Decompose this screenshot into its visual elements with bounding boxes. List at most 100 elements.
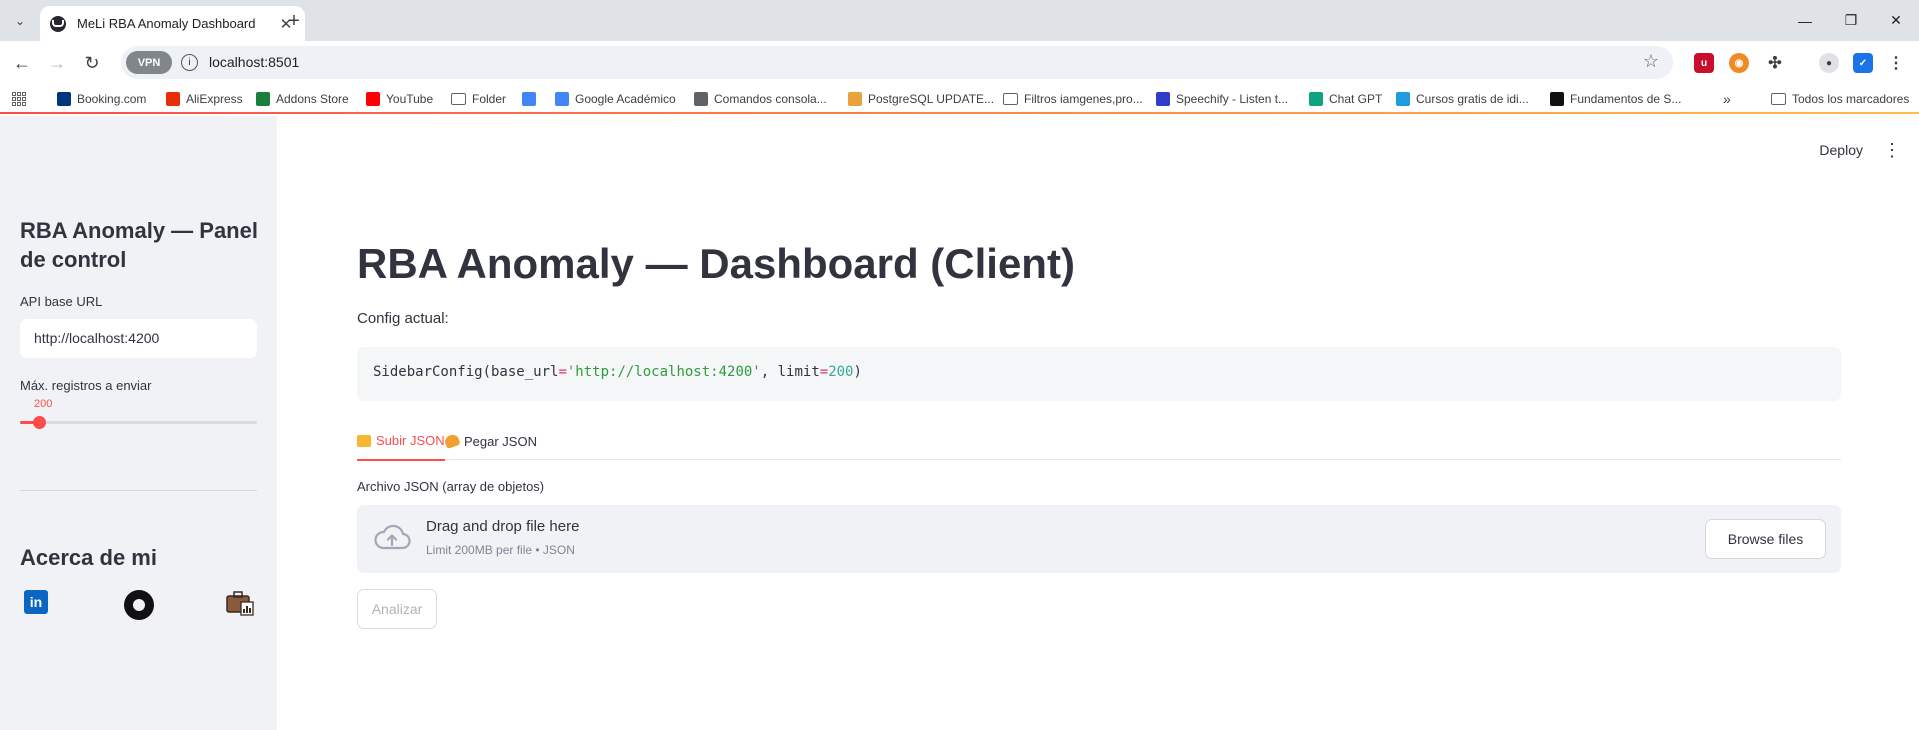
bookmark-item[interactable]: Speechify - Listen t... [1156,90,1288,108]
limit-slider-thumb[interactable] [32,416,46,429]
bookmark-label: PostgreSQL UPDATE... [868,92,995,106]
portfolio-briefcase-icon[interactable] [225,590,255,616]
tab-label: Subir JSON [376,433,445,448]
site-info-icon[interactable]: i [181,54,198,71]
bookmark-star-icon[interactable]: ☆ [1643,51,1659,72]
code-eq: = [558,364,567,380]
close-window-icon[interactable]: ✕ [1873,0,1919,41]
cursos-icon [1396,92,1410,106]
audio-extension-icon[interactable]: ◉ [1729,53,1749,73]
shield-extension-icon[interactable]: ✓ [1853,53,1873,73]
bookmark-label: Speechify - Listen t... [1176,92,1289,106]
bookmark-label: Filtros iamgenes,pro... [1024,92,1143,106]
bookmark-item[interactable]: Booking.com [57,90,146,108]
google-icon [555,92,569,106]
code-prefix: SidebarConfig(base_url [373,364,559,380]
tab-label: Pegar JSON [464,433,537,449]
vpn-badge-icon[interactable]: VPN [126,51,172,74]
doc-icon [694,92,708,106]
code-suffix: ) [853,364,862,380]
cloud-upload-icon [374,524,411,550]
api-url-input[interactable]: http://localhost:4200 [20,319,257,358]
apps-grid-icon[interactable] [12,92,26,106]
bookmark-item[interactable]: Fundamentos de S... [1550,90,1681,108]
tab-subir-json[interactable]: Subir JSON [357,422,445,461]
bookmark-item[interactable]: Folder [451,90,506,108]
bookmark-label: Google Académico [575,92,676,106]
minimize-icon[interactable]: — [1782,0,1828,41]
folder-icon [1771,93,1786,105]
limit-slider[interactable] [20,416,257,429]
deploy-button[interactable]: Deploy [1819,142,1863,158]
bookmark-label: YouTube [386,92,434,106]
browse-files-button[interactable]: Browse files [1705,519,1826,559]
api-url-label: API base URL [20,294,103,309]
bookmark-label: Comandos consola... [714,92,827,106]
bookmark-item[interactable]: Filtros iamgenes,pro... [1003,90,1143,108]
bookmark-item[interactable]: Google Académico [555,90,676,108]
bookmark-item[interactable]: Cursos gratis de idi... [1396,90,1529,108]
app-menu-icon[interactable]: ⋮ [1883,140,1901,161]
bookmark-item[interactable]: Addons Store [256,90,349,108]
bookmark-label: Chat GPT [1329,92,1383,106]
ublock-extension-icon[interactable]: u [1694,53,1714,73]
profile-avatar-icon[interactable]: ● [1819,53,1839,73]
youtube-icon [366,92,380,106]
linkedin-icon[interactable]: in [24,590,48,614]
extensions-puzzle-icon[interactable]: ✣ [1765,53,1785,73]
code-limit-number: 200 [828,364,854,380]
writing-hand-icon [443,432,461,450]
speechify-icon [1156,92,1170,106]
reload-icon[interactable]: ↻ [78,49,106,77]
file-dropzone[interactable]: Drag and drop file here Limit 200MB per … [357,505,1841,573]
page-title: RBA Anomaly — Dashboard (Client) [357,240,1075,287]
bookmarks-bar: Booking.com AliExpress Addons Store YouTube… [0,84,1919,114]
config-label: Config actual: [357,310,449,327]
browser-tab-bar: ⌄ MeLi RBA Anomaly Dashboard ✕ + — ❐ ✕ [0,0,1919,41]
sidebar: RBA Anomaly — Panel de control API base … [0,116,277,730]
bookmark-label: Cursos gratis de idi... [1416,92,1529,106]
bookmark-label: Folder [472,92,507,106]
tab-pegar-json[interactable]: Pegar JSON [443,422,537,460]
limit-slider-label: Máx. registros a enviar [20,378,152,393]
forward-arrow-icon[interactable]: → [43,49,71,77]
input-tabs: Subir JSON Pegar JSON [357,422,1841,461]
bookmark-item[interactable] [522,90,542,108]
bookmark-item[interactable]: YouTube [366,90,433,108]
restore-icon[interactable]: ❐ [1828,0,1874,41]
addons-icon [256,92,270,106]
main-content: Deploy ⋮ RBA Anomaly — Dashboard (Client… [277,116,1919,730]
bookmark-label: Booking.com [77,92,147,106]
code-mid: , limit [760,364,820,380]
booking-icon [57,92,71,106]
bookmark-item[interactable]: PostgreSQL UPDATE... [848,90,994,108]
aliexpress-icon [166,92,180,106]
about-title: Acerca de mi [20,545,157,570]
code-eq: = [819,364,829,380]
folder-icon [357,434,371,447]
bookmarks-overflow-chevron-icon[interactable]: » [1723,90,1731,108]
dropzone-title: Drag and drop file here [426,518,580,535]
chatgpt-icon [1309,92,1323,106]
all-bookmarks-label: Todos los marcadores [1792,92,1910,106]
tab-search-chevron-icon[interactable]: ⌄ [8,9,32,33]
tab-title: MeLi RBA Anomaly Dashboard [77,16,256,31]
address-bar[interactable]: VPN i localhost:8501 ☆ [121,46,1673,79]
bookmark-label: Addons Store [276,92,349,106]
bookmark-item[interactable]: Comandos consola... [694,90,827,108]
analyze-button[interactable]: Analizar [357,589,437,629]
sidebar-divider [20,490,257,491]
browser-menu-icon[interactable]: ⋮ [1886,53,1906,73]
bookmark-item[interactable]: Chat GPT [1309,90,1382,108]
new-tab-plus-icon[interactable]: + [281,8,307,34]
github-icon[interactable] [124,590,154,620]
url-text[interactable]: localhost:8501 [209,54,299,70]
bookmark-item[interactable]: AliExpress [166,90,243,108]
back-arrow-icon[interactable]: ← [8,49,36,77]
sidebar-title: RBA Anomaly — Panel de control [20,218,258,272]
limit-slider-value: 200 [34,398,53,410]
all-bookmarks-folder[interactable]: Todos los marcadores [1771,90,1909,108]
upload-label: Archivo JSON (array de objetos) [357,479,545,494]
streamlit-favicon-icon [50,15,66,32]
browser-tab[interactable]: MeLi RBA Anomaly Dashboard ✕ [40,6,305,41]
